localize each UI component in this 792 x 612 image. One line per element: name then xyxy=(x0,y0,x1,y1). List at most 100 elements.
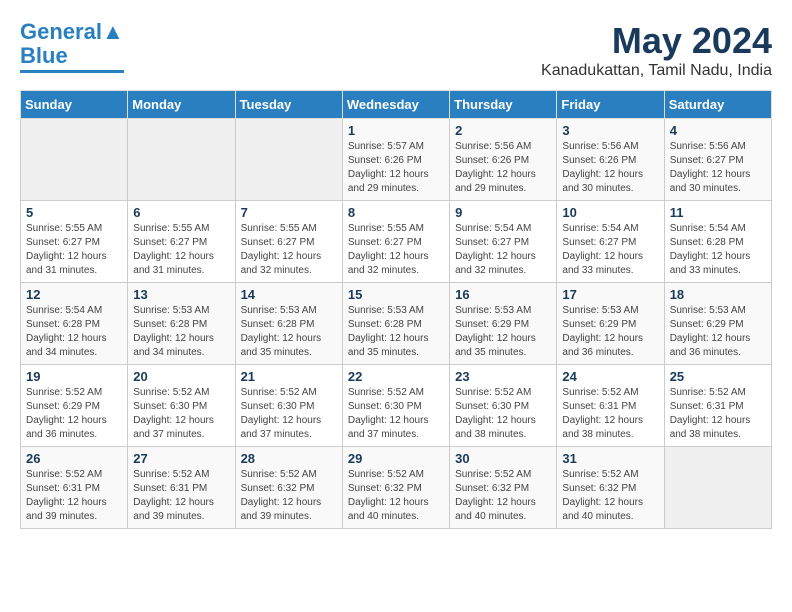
day-number: 4 xyxy=(670,123,766,138)
calendar-cell: 29 Sunrise: 5:52 AMSunset: 6:32 PMDayligh… xyxy=(342,447,449,529)
calendar-cell: 1Sunrise: 5:57 AMSunset: 6:26 PMDaylight… xyxy=(342,119,449,201)
day-info: Sunrise: 5:52 AMSunset: 6:31 PMDaylight:… xyxy=(670,386,766,442)
day-number: 3 xyxy=(562,123,658,138)
calendar-cell: 9 Sunrise: 5:54 AMSunset: 6:27 PMDaylight… xyxy=(450,201,557,283)
calendar-cell: 22 Sunrise: 5:52 AMSunset: 6:30 PMDayligh… xyxy=(342,365,449,447)
weekday-header-sunday: Sunday xyxy=(21,91,128,119)
day-number: 16 xyxy=(455,287,551,302)
calendar-cell: 19 Sunrise: 5:52 AMSunset: 6:29 PMDayligh… xyxy=(21,365,128,447)
calendar-cell: 12 Sunrise: 5:54 AMSunset: 6:28 PMDayligh… xyxy=(21,283,128,365)
day-info: Sunrise: 5:53 AMSunset: 6:28 PMDaylight:… xyxy=(241,304,337,360)
day-info: Sunrise: 5:52 AMSunset: 6:30 PMDaylight:… xyxy=(133,386,229,442)
calendar-table: SundayMondayTuesdayWednesdayThursdayFrid… xyxy=(20,90,772,529)
day-number: 7 xyxy=(241,205,337,220)
logo: General▲ Blue xyxy=(20,20,124,73)
day-number: 6 xyxy=(133,205,229,220)
day-info: Sunrise: 5:52 AMSunset: 6:30 PMDaylight:… xyxy=(348,386,444,442)
weekday-header-thursday: Thursday xyxy=(450,91,557,119)
calendar-cell: 21 Sunrise: 5:52 AMSunset: 6:30 PMDayligh… xyxy=(235,365,342,447)
week-row-3: 12 Sunrise: 5:54 AMSunset: 6:28 PMDayligh… xyxy=(21,283,772,365)
calendar-cell: 20 Sunrise: 5:52 AMSunset: 6:30 PMDayligh… xyxy=(128,365,235,447)
day-info: Sunrise: 5:52 AMSunset: 6:32 PMDaylight:… xyxy=(241,468,337,524)
day-number: 12 xyxy=(26,287,122,302)
day-number: 18 xyxy=(670,287,766,302)
day-number: 31 xyxy=(562,451,658,466)
day-info: Sunrise: 5:55 AMSunset: 6:27 PMDaylight:… xyxy=(26,222,122,278)
calendar-cell xyxy=(128,119,235,201)
calendar-cell: 4 Sunrise: 5:56 AMSunset: 6:27 PMDaylight… xyxy=(664,119,771,201)
weekday-header-tuesday: Tuesday xyxy=(235,91,342,119)
calendar-cell: 23Sunrise: 5:52 AMSunset: 6:30 PMDayligh… xyxy=(450,365,557,447)
calendar-cell: 31 Sunrise: 5:52 AMSunset: 6:32 PMDayligh… xyxy=(557,447,664,529)
page-header: General▲ Blue May 2024 Kanadukattan, Tami… xyxy=(20,20,772,80)
week-row-1: 1Sunrise: 5:57 AMSunset: 6:26 PMDaylight… xyxy=(21,119,772,201)
day-number: 26 xyxy=(26,451,122,466)
logo-text: General▲ Blue xyxy=(20,20,124,68)
calendar-cell: 30 Sunrise: 5:52 AMSunset: 6:32 PMDayligh… xyxy=(450,447,557,529)
day-number: 19 xyxy=(26,369,122,384)
day-number: 17 xyxy=(562,287,658,302)
day-number: 8 xyxy=(348,205,444,220)
logo-general: General xyxy=(20,19,102,44)
day-number: 10 xyxy=(562,205,658,220)
day-info: Sunrise: 5:52 AMSunset: 6:31 PMDaylight:… xyxy=(562,386,658,442)
day-info: Sunrise: 5:53 AMSunset: 6:28 PMDaylight:… xyxy=(348,304,444,360)
day-number: 24 xyxy=(562,369,658,384)
day-number: 14 xyxy=(241,287,337,302)
calendar-cell: 25 Sunrise: 5:52 AMSunset: 6:31 PMDayligh… xyxy=(664,365,771,447)
day-number: 30 xyxy=(455,451,551,466)
day-number: 27 xyxy=(133,451,229,466)
calendar-cell: 24 Sunrise: 5:52 AMSunset: 6:31 PMDayligh… xyxy=(557,365,664,447)
day-number: 1 xyxy=(348,123,444,138)
day-info: Sunrise: 5:55 AMSunset: 6:27 PMDaylight:… xyxy=(348,222,444,278)
logo-blue: ▲ xyxy=(102,19,124,44)
day-number: 9 xyxy=(455,205,551,220)
day-info: Sunrise: 5:54 AMSunset: 6:27 PMDaylight:… xyxy=(455,222,551,278)
weekday-header-wednesday: Wednesday xyxy=(342,91,449,119)
calendar-cell: 16 Sunrise: 5:53 AMSunset: 6:29 PMDayligh… xyxy=(450,283,557,365)
day-number: 25 xyxy=(670,369,766,384)
week-row-4: 19 Sunrise: 5:52 AMSunset: 6:29 PMDayligh… xyxy=(21,365,772,447)
day-info: Sunrise: 5:52 AMSunset: 6:31 PMDaylight:… xyxy=(133,468,229,524)
day-info: Sunrise: 5:56 AMSunset: 6:27 PMDaylight:… xyxy=(670,140,766,196)
day-info: Sunrise: 5:52 AMSunset: 6:32 PMDaylight:… xyxy=(348,468,444,524)
weekday-header-saturday: Saturday xyxy=(664,91,771,119)
day-info: Sunrise: 5:56 AMSunset: 6:26 PMDaylight:… xyxy=(455,140,551,196)
day-number: 20 xyxy=(133,369,229,384)
day-number: 21 xyxy=(241,369,337,384)
day-info: Sunrise: 5:56 AMSunset: 6:26 PMDaylight:… xyxy=(562,140,658,196)
day-info: Sunrise: 5:52 AMSunset: 6:32 PMDaylight:… xyxy=(455,468,551,524)
day-info: Sunrise: 5:54 AMSunset: 6:28 PMDaylight:… xyxy=(26,304,122,360)
day-number: 22 xyxy=(348,369,444,384)
day-info: Sunrise: 5:52 AMSunset: 6:30 PMDaylight:… xyxy=(241,386,337,442)
calendar-cell: 26 Sunrise: 5:52 AMSunset: 6:31 PMDayligh… xyxy=(21,447,128,529)
day-info: Sunrise: 5:53 AMSunset: 6:29 PMDaylight:… xyxy=(455,304,551,360)
title-area: May 2024 Kanadukattan, Tamil Nadu, India xyxy=(541,20,772,80)
calendar-cell: 14 Sunrise: 5:53 AMSunset: 6:28 PMDayligh… xyxy=(235,283,342,365)
calendar-cell: 18Sunrise: 5:53 AMSunset: 6:29 PMDayligh… xyxy=(664,283,771,365)
logo-blue-text: Blue xyxy=(20,43,68,68)
day-info: Sunrise: 5:52 AMSunset: 6:31 PMDaylight:… xyxy=(26,468,122,524)
weekday-header-monday: Monday xyxy=(128,91,235,119)
calendar-cell: 28Sunrise: 5:52 AMSunset: 6:32 PMDayligh… xyxy=(235,447,342,529)
day-info: Sunrise: 5:52 AMSunset: 6:30 PMDaylight:… xyxy=(455,386,551,442)
day-info: Sunrise: 5:54 AMSunset: 6:27 PMDaylight:… xyxy=(562,222,658,278)
weekday-header-friday: Friday xyxy=(557,91,664,119)
calendar-title: May 2024 xyxy=(541,20,772,62)
day-info: Sunrise: 5:54 AMSunset: 6:28 PMDaylight:… xyxy=(670,222,766,278)
calendar-cell: 17Sunrise: 5:53 AMSunset: 6:29 PMDayligh… xyxy=(557,283,664,365)
day-number: 13 xyxy=(133,287,229,302)
calendar-cell xyxy=(21,119,128,201)
calendar-cell: 15Sunrise: 5:53 AMSunset: 6:28 PMDayligh… xyxy=(342,283,449,365)
week-row-2: 5 Sunrise: 5:55 AMSunset: 6:27 PMDaylight… xyxy=(21,201,772,283)
calendar-cell: 6Sunrise: 5:55 AMSunset: 6:27 PMDaylight… xyxy=(128,201,235,283)
day-info: Sunrise: 5:53 AMSunset: 6:28 PMDaylight:… xyxy=(133,304,229,360)
day-info: Sunrise: 5:52 AMSunset: 6:29 PMDaylight:… xyxy=(26,386,122,442)
calendar-cell xyxy=(235,119,342,201)
calendar-cell: 11 Sunrise: 5:54 AMSunset: 6:28 PMDayligh… xyxy=(664,201,771,283)
day-info: Sunrise: 5:52 AMSunset: 6:32 PMDaylight:… xyxy=(562,468,658,524)
day-number: 5 xyxy=(26,205,122,220)
logo-underline xyxy=(20,70,124,73)
day-number: 29 xyxy=(348,451,444,466)
day-number: 11 xyxy=(670,205,766,220)
